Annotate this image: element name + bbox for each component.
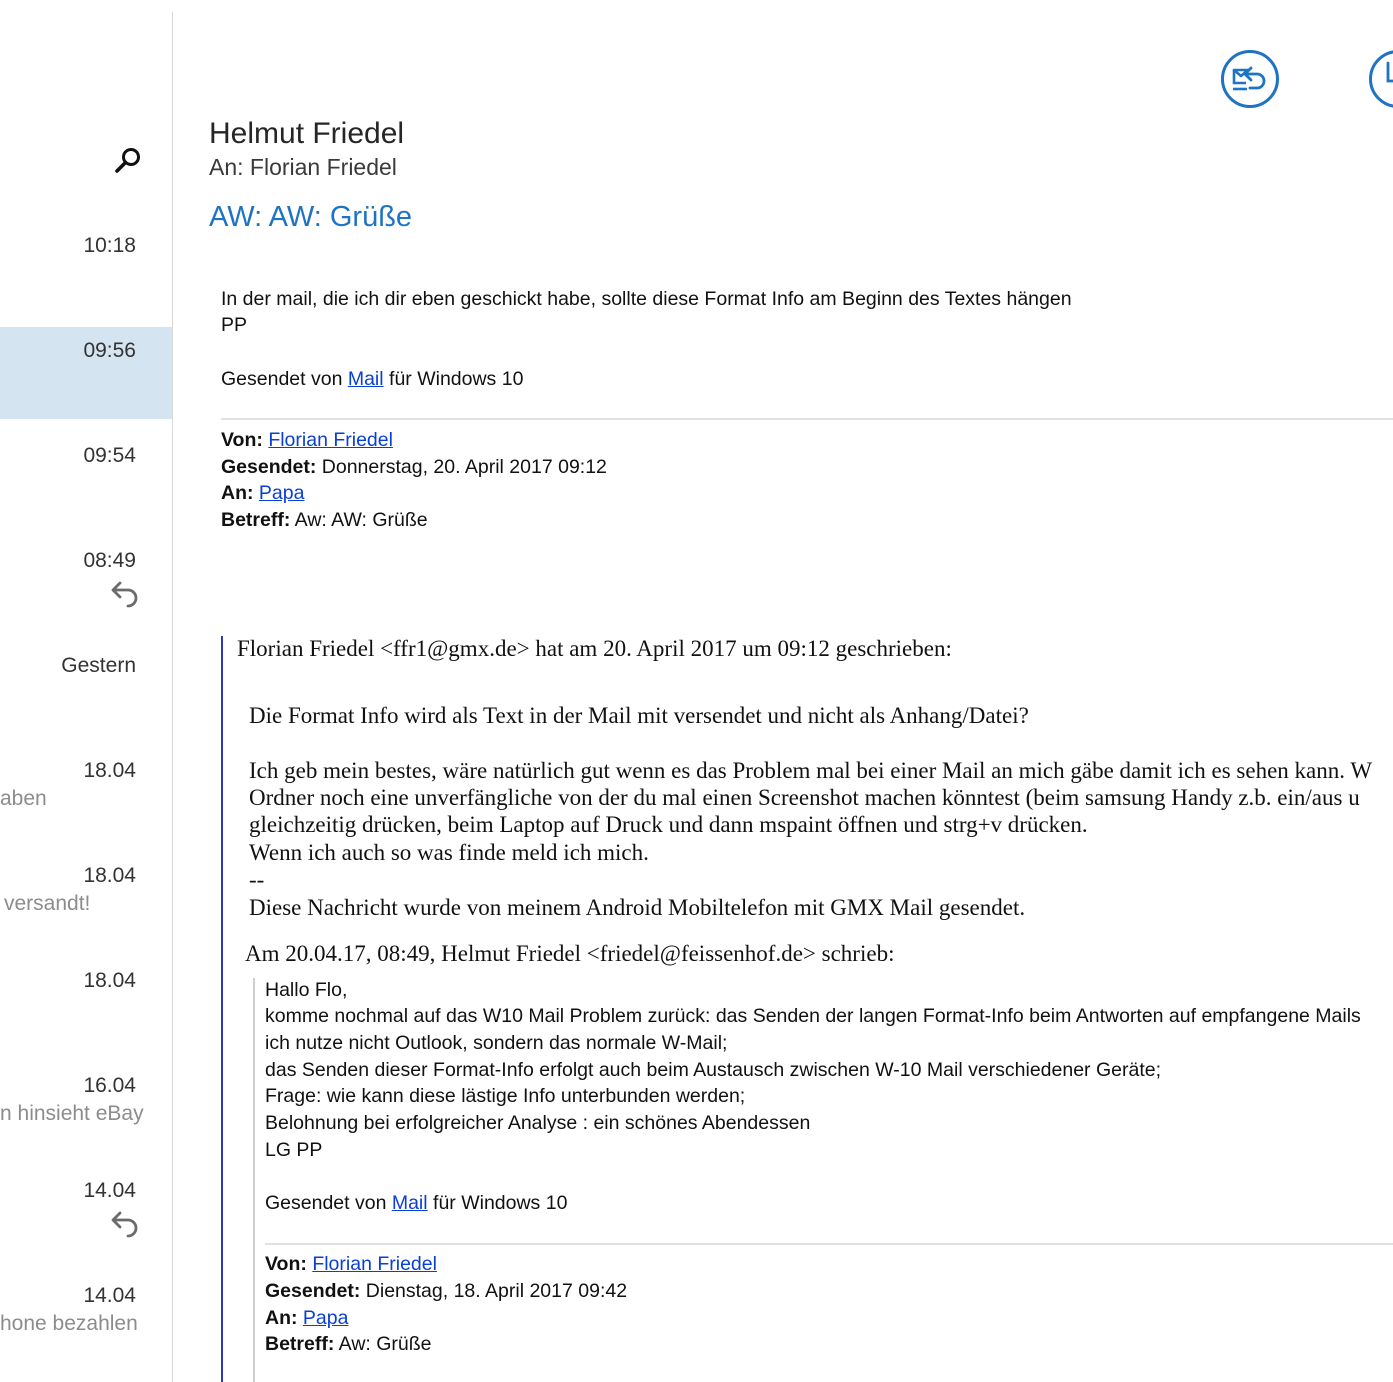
search-button[interactable] [112,145,144,177]
mail-app: 10:18 09:56 09:54 08:49 Gestern 18.04 ab… [0,0,1393,1382]
quote-line: ich nutze nicht Outlook, sondern das nor… [265,1032,728,1054]
separator [221,418,1393,420]
list-item[interactable]: 16.04 n hinsieht eBay [0,1062,172,1154]
subject-value: Aw: Grüße [334,1333,432,1355]
reply-icon [111,581,138,608]
reading-pane: Helmut Friedel An: Florian Friedel AW: A… [173,0,1393,1382]
sent-value: Dienstag, 18. April 2017 09:42 [360,1280,628,1302]
from-label: Von: [265,1253,307,1275]
quote-bar [221,636,223,1382]
recipient-line: An: Florian Friedel [209,154,397,180]
mail-link[interactable]: Mail [392,1192,428,1214]
list-item[interactable]: 08:49 [0,537,172,629]
sender-name: Helmut Friedel [209,117,405,150]
sent-from-suffix: für Windows 10 [383,368,524,390]
sent-label: Gesendet: [221,456,317,478]
from-link[interactable]: Florian Friedel [312,1253,437,1275]
item-preview: n hinsieht eBay [0,1102,144,1125]
signature: Diese Nachricht wurde von meinem Android… [249,895,1026,920]
item-time: 09:54 [83,444,136,467]
header-sent: Gesendet: Dienstag, 18. April 2017 09:42 [265,1280,627,1303]
quote-line: Wenn ich auch so was finde meld ich mich… [249,840,649,865]
item-time: 18.04 [83,864,136,887]
item-time: 10:18 [83,234,136,257]
signature-separator: -- [249,867,265,892]
reply-icon [111,1211,138,1238]
reply-all-button[interactable] [1221,50,1279,108]
header-subject: Betreff: Aw: AW: Grüße [221,509,428,532]
quote-bar [253,978,255,1382]
subject-label: Betreff: [221,509,291,531]
body-line: PP [221,314,248,336]
from-link[interactable]: Florian Friedel [268,429,393,451]
quote-line: Frage: wie kann diese lästige Info unter… [265,1085,746,1107]
item-time: Gestern [61,654,136,677]
to-link[interactable]: Papa [259,482,305,504]
quote-line: das Senden dieser Format-Info erfolgt au… [265,1059,1162,1081]
message-subject: AW: AW: Grüße [209,201,413,233]
item-preview: versandt! [4,892,91,915]
message-list: 10:18 09:56 09:54 08:49 Gestern 18.04 ab… [0,0,172,1382]
forward-icon [1386,61,1393,83]
quote-line: Ich geb mein bestes, wäre natürlich gut … [249,758,1373,783]
search-icon [115,148,140,173]
quote-line: komme nochmal auf das W10 Mail Problem z… [265,1005,1361,1027]
sent-from-suffix: für Windows 10 [427,1192,568,1214]
header-to: An: Papa [265,1307,348,1330]
sent-from-line: Gesendet von Mail für Windows 10 [221,368,523,391]
header-from: Von: Florian Friedel [221,429,393,452]
subject-value: Aw: AW: Grüße [290,509,428,531]
quote-line: Ordner noch eine unverfängliche von der … [249,785,1360,810]
quote-line: gleichzeitig drücken, beim Laptop auf Dr… [249,812,1088,837]
item-preview: aben [0,787,47,810]
list-item[interactable]: 18.04 [0,957,172,1049]
sent-from-prefix: Gesendet von [221,368,348,390]
list-item[interactable]: 09:56 [0,327,172,419]
quote-line: LG PP [265,1139,323,1161]
reply-all-icon [1232,66,1266,91]
item-time: 14.04 [83,1179,136,1202]
item-time: 09:56 [83,339,136,362]
to-label: An: [265,1307,298,1329]
to-label: An: [221,482,254,504]
item-time: 16.04 [83,1074,136,1097]
list-item[interactable]: 09:54 [0,432,172,524]
list-item[interactable]: Gestern [0,642,172,734]
list-item[interactable]: 10:18 [0,222,172,314]
quote-line: Belohnung bei erfolgreicher Analyse : ei… [265,1112,811,1134]
header-to: An: Papa [221,482,304,505]
header-subject: Betreff: Aw: Grüße [265,1333,432,1356]
quote-line: Die Format Info wird als Text in der Mai… [249,703,1029,728]
from-label: Von: [221,429,263,451]
item-time: 08:49 [83,549,136,572]
sent-from-prefix: Gesendet von [265,1192,392,1214]
item-preview: hone bezahlen [0,1312,138,1335]
header-sent: Gesendet: Donnerstag, 20. April 2017 09:… [221,456,607,479]
item-time: 18.04 [83,969,136,992]
item-time: 14.04 [83,1284,136,1307]
separator [265,1243,1393,1245]
to-link[interactable]: Papa [303,1307,349,1329]
sent-value: Donnerstag, 20. April 2017 09:12 [316,456,607,478]
list-item[interactable]: 14.04 hone bezahlen [0,1272,172,1364]
subject-label: Betreff: [265,1333,335,1355]
forward-button[interactable] [1369,50,1393,108]
header-from: Von: Florian Friedel [265,1253,437,1276]
quote-line: Hallo Flo, [265,979,348,1001]
body-line: In der mail, die ich dir eben geschickt … [221,288,1072,310]
list-item[interactable]: 18.04 aben [0,747,172,839]
quote-intro: Florian Friedel <ffr1@gmx.de> hat am 20.… [237,636,952,661]
sent-from-line: Gesendet von Mail für Windows 10 [265,1192,567,1215]
mail-link[interactable]: Mail [348,368,384,390]
list-item[interactable]: 18.04 versandt! [0,852,172,944]
sent-label: Gesendet: [265,1280,361,1302]
quote-intro: Am 20.04.17, 08:49, Helmut Friedel <frie… [245,941,895,966]
item-time: 18.04 [83,759,136,782]
list-item[interactable]: 14.04 [0,1167,172,1259]
